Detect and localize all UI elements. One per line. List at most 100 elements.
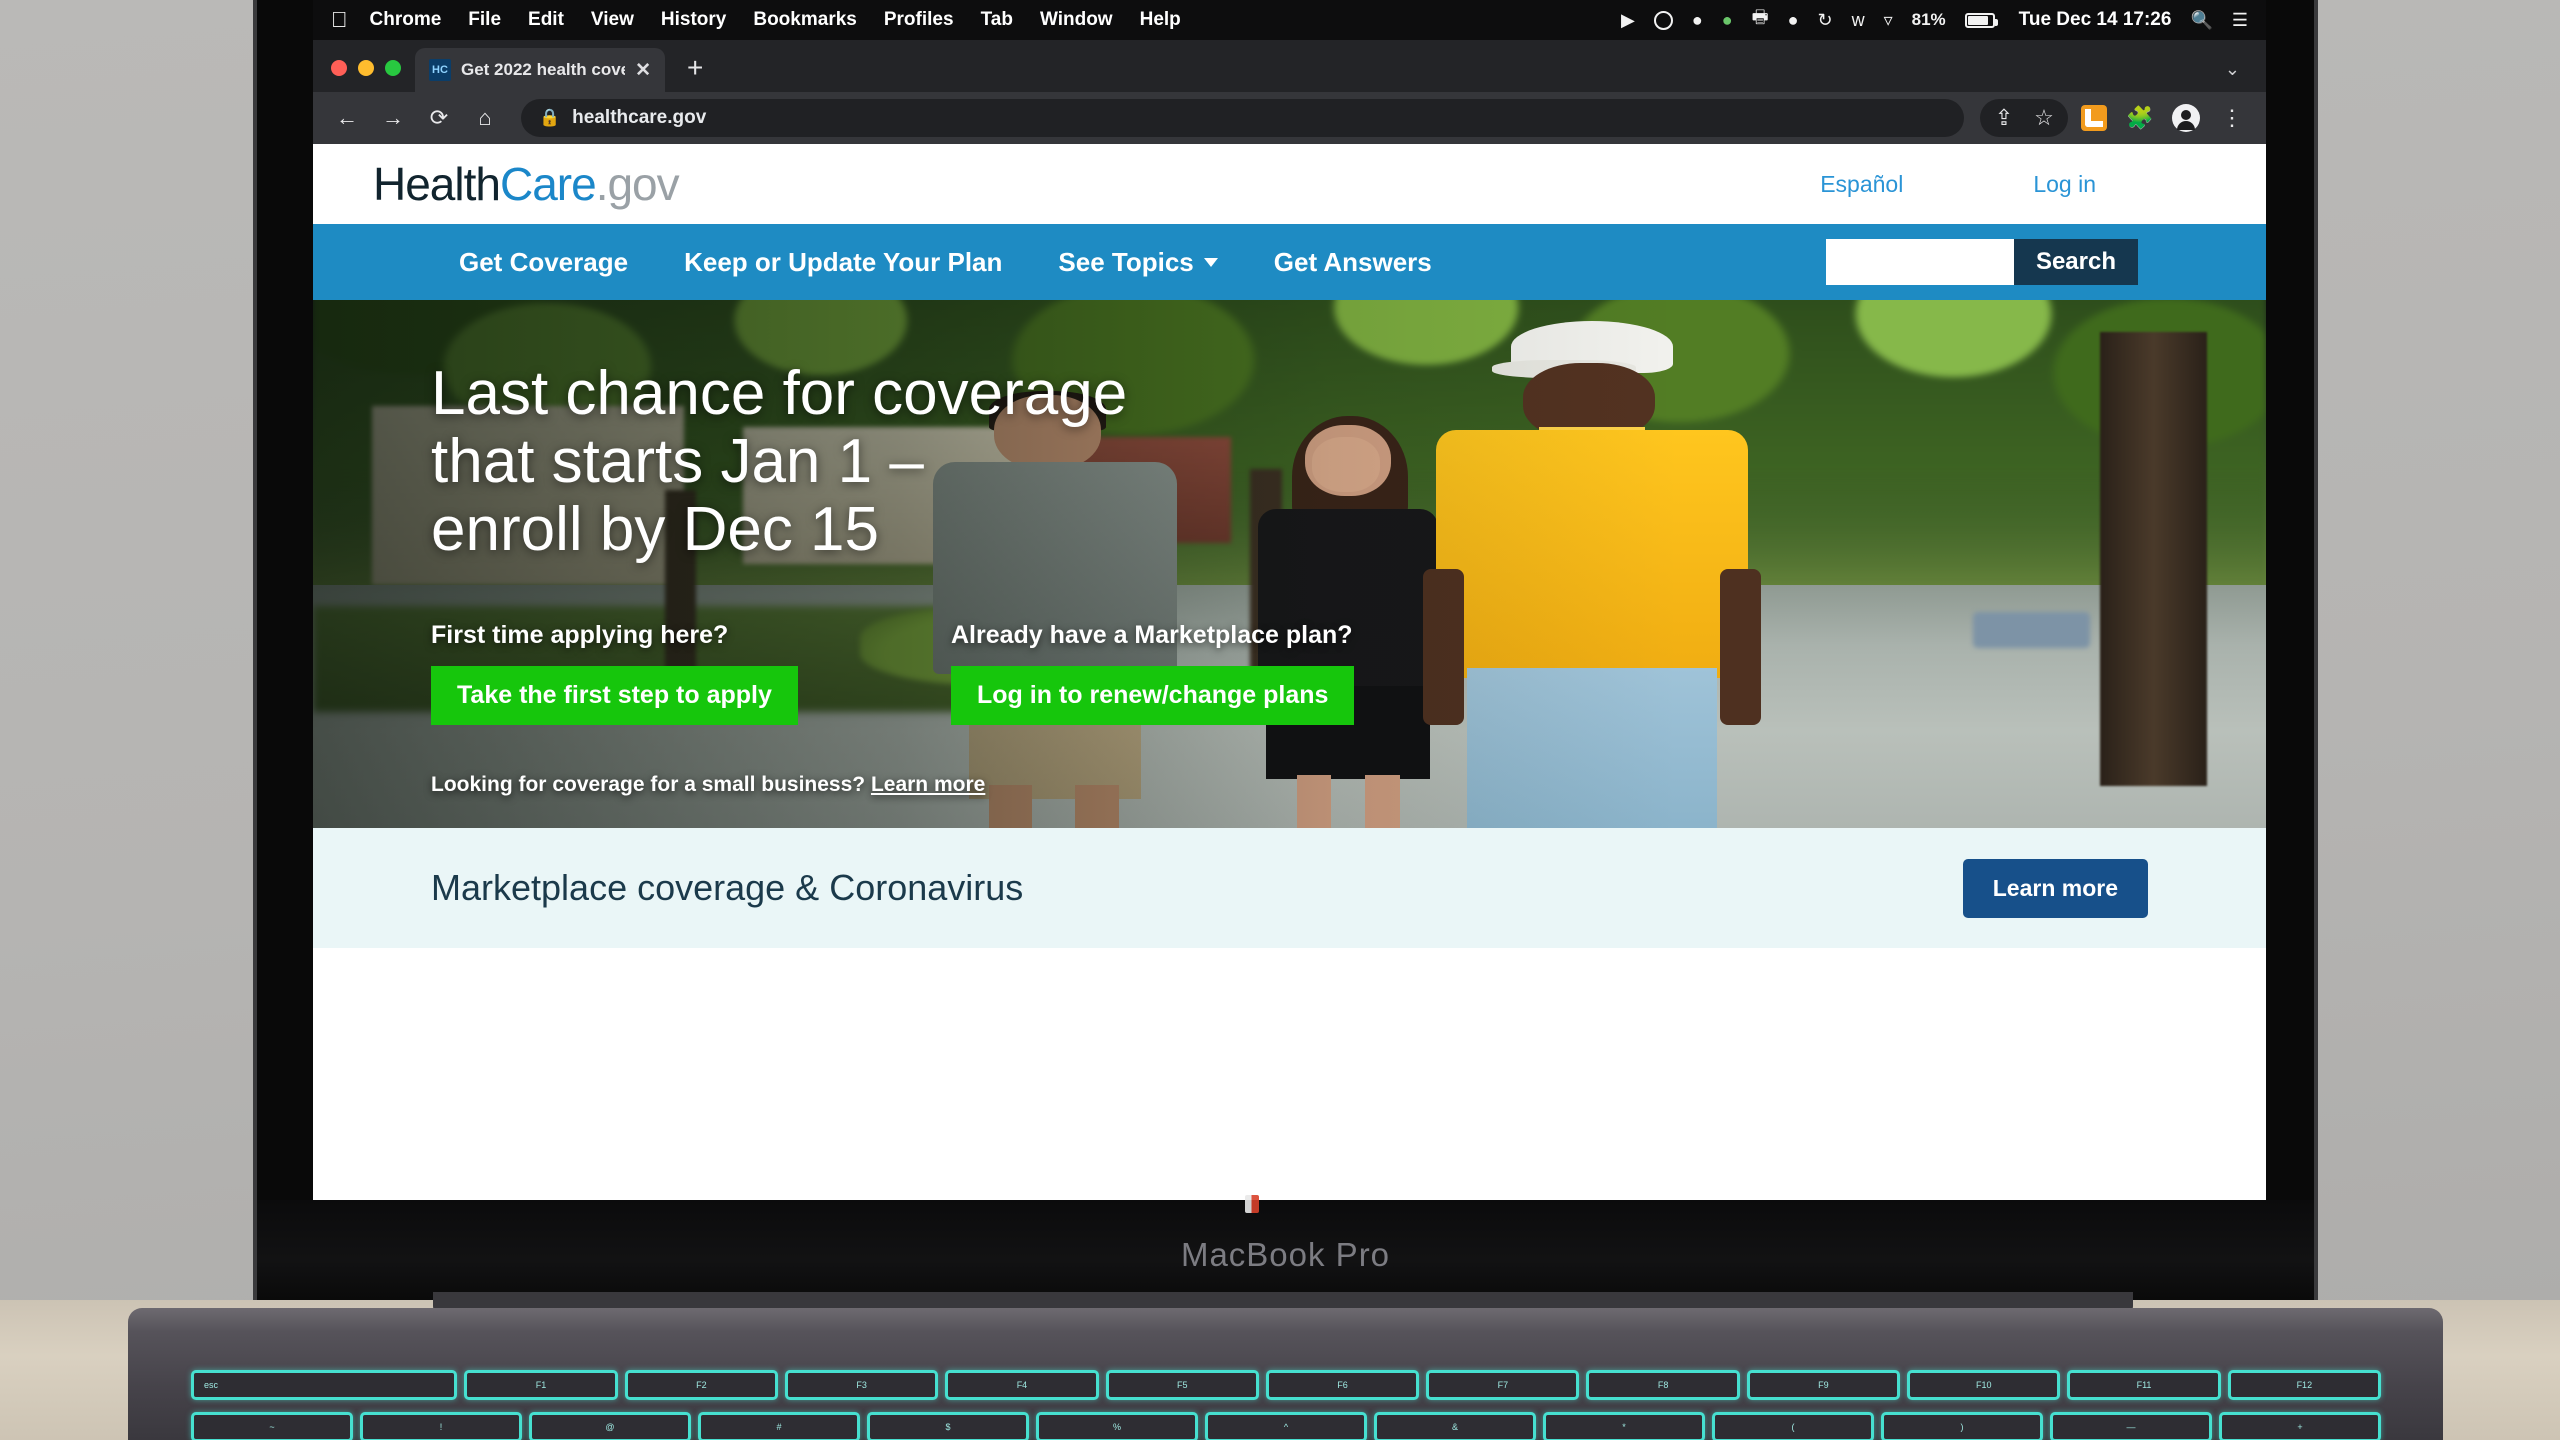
key-f8[interactable]: F8 <box>1586 1370 1740 1400</box>
profile-avatar-icon[interactable] <box>2166 98 2206 138</box>
laptop-screen:  Chrome File Edit View History Bookmark… <box>313 0 2266 1200</box>
chrome-toolbar: ← → ⟳ ⌂ 🔒 healthcare.gov ⇪ ☆ 🧩 ⋮ <box>313 92 2266 144</box>
time-machine-icon[interactable]: ↻ <box>1817 10 1832 31</box>
tab-title: Get 2022 health coverage. Hea <box>461 60 625 79</box>
nav-item-see-topics[interactable]: See Topics <box>1030 247 1245 278</box>
key-f1[interactable]: F1 <box>464 1370 618 1400</box>
bluetooth-icon[interactable]: w <box>1852 10 1865 31</box>
address-bar[interactable]: 🔒 healthcare.gov <box>521 99 1964 137</box>
reload-icon[interactable]: ⟳ <box>419 98 459 138</box>
window-traffic-lights <box>327 60 415 92</box>
small-business-learn-more-link[interactable]: Learn more <box>871 773 985 796</box>
maximize-window-button[interactable] <box>385 60 401 76</box>
site-header: HealthCare.gov Español Log in <box>313 144 2266 224</box>
key-f6[interactable]: F6 <box>1265 1370 1420 1400</box>
nav-item-keep-or-update-your-plan[interactable]: Keep or Update Your Plan <box>656 247 1030 278</box>
forward-arrow-icon[interactable]: → <box>373 98 413 138</box>
nav-label-get-coverage: Get Coverage <box>459 246 629 277</box>
close-window-button[interactable] <box>331 60 347 76</box>
nav-label-see-topics: See Topics <box>1058 246 1194 277</box>
key-equals[interactable]: + <box>2219 1412 2381 1440</box>
rss-feed-icon[interactable] <box>2074 98 2114 138</box>
wifi-icon[interactable]: ▿ <box>1884 10 1893 31</box>
key-f11[interactable]: F11 <box>2067 1370 2221 1400</box>
key-f4[interactable]: F4 <box>945 1370 1099 1400</box>
key-f5[interactable]: F5 <box>1105 1370 1259 1400</box>
menu-item-window[interactable]: Window <box>1040 9 1113 31</box>
evernote-icon[interactable]: ● <box>1722 10 1733 31</box>
hero-headline: Last chance for coverage that starts Jan… <box>431 359 1128 565</box>
key-tilde[interactable]: ~ <box>191 1412 353 1440</box>
shield-clock-icon[interactable]: ● <box>1788 10 1799 31</box>
logo-part-care: Care <box>499 158 597 210</box>
menu-item-chrome[interactable]: Chrome <box>370 9 442 31</box>
key-9[interactable]: ( <box>1712 1412 1874 1440</box>
log-in-to-renew-change-plans-button[interactable]: Log in to renew/change plans <box>951 665 1355 725</box>
puzzle-piece-icon[interactable]: 🧩 <box>2120 98 2160 138</box>
key-6[interactable]: ^ <box>1205 1412 1367 1440</box>
spotlight-search-icon[interactable]: 🔍 <box>2190 10 2212 31</box>
share-icon[interactable]: ⇪ <box>1984 98 2024 138</box>
home-icon[interactable]: ⌂ <box>465 98 505 138</box>
nav-item-get-coverage[interactable]: Get Coverage <box>431 247 656 278</box>
apple-icon[interactable]:  <box>331 7 348 33</box>
screen-bottom-artifact <box>1245 1195 1259 1213</box>
key-f9[interactable]: F9 <box>1746 1370 1901 1400</box>
macbook-pro-label: MacBook Pro <box>1180 1236 1391 1273</box>
key-1[interactable]: ! <box>360 1412 522 1440</box>
menu-item-help[interactable]: Help <box>1140 9 1181 31</box>
key-3[interactable]: # <box>698 1412 860 1440</box>
key-2[interactable]: @ <box>529 1412 691 1440</box>
browser-tab[interactable]: HC Get 2022 health coverage. Hea ✕ <box>415 48 665 92</box>
key-7[interactable]: & <box>1374 1412 1536 1440</box>
key-minus[interactable]: — <box>2050 1412 2212 1440</box>
coronavirus-learn-more-button[interactable]: Learn more <box>1962 858 2148 918</box>
key-f2[interactable]: F2 <box>624 1370 778 1400</box>
key-f12[interactable]: F12 <box>2227 1370 2381 1400</box>
back-arrow-icon[interactable]: ← <box>327 98 367 138</box>
creative-cloud-icon[interactable] <box>1653 10 1673 30</box>
hero-banner: Last chance for coverage that starts Jan… <box>313 300 2266 828</box>
battery-icon[interactable] <box>1964 12 1998 28</box>
log-in-link[interactable]: Log in <box>2033 171 2096 198</box>
menu-item-history[interactable]: History <box>661 9 726 31</box>
espanol-link[interactable]: Español <box>1820 171 1903 198</box>
key-5[interactable]: % <box>1036 1412 1198 1440</box>
healthcare-gov-logo[interactable]: HealthCare.gov <box>373 157 680 211</box>
key-4[interactable]: $ <box>867 1412 1029 1440</box>
key-f3[interactable]: F3 <box>785 1370 939 1400</box>
tab-search-chevron-down-icon[interactable]: ⌄ <box>2225 59 2240 80</box>
search-button[interactable]: Search <box>2013 239 2138 285</box>
minimize-window-button[interactable] <box>358 60 374 76</box>
menu-item-view[interactable]: View <box>591 9 634 31</box>
nav-item-get-answers[interactable]: Get Answers <box>1246 247 1460 278</box>
key-esc[interactable]: esc <box>191 1370 458 1400</box>
menu-item-file[interactable]: File <box>468 9 501 31</box>
take-the-first-step-to-apply-button[interactable]: Take the first step to apply <box>431 665 798 725</box>
laptop-lid-inner:  Chrome File Edit View History Bookmark… <box>257 0 2314 1300</box>
menu-bar-clock[interactable]: Tue Dec 14 17:26 <box>2019 9 2172 31</box>
tab-close-icon[interactable]: ✕ <box>635 59 651 82</box>
three-dot-menu-icon[interactable]: ⋮ <box>2212 98 2252 138</box>
new-tab-icon[interactable]: + <box>687 52 703 84</box>
search-input[interactable] <box>1825 239 2014 285</box>
menu-item-profiles[interactable]: Profiles <box>884 9 954 31</box>
printer-icon[interactable]: 🖶 <box>1752 5 1769 35</box>
address-bar-url: healthcare.gov <box>572 107 707 128</box>
chevron-down-icon <box>1203 257 1218 267</box>
control-center-icon[interactable]: ☰ <box>2232 10 2248 31</box>
star-icon[interactable]: ☆ <box>2024 98 2064 138</box>
hero-cta-row: First time applying here? Take the first… <box>431 621 2206 725</box>
menu-item-tab[interactable]: Tab <box>981 9 1013 31</box>
key-0[interactable]: ) <box>1881 1412 2043 1440</box>
key-f7[interactable]: F7 <box>1426 1370 1580 1400</box>
key-f10[interactable]: F10 <box>1907 1370 2061 1400</box>
page-body-below-fold <box>313 948 2266 1028</box>
header-utility-links: Español Log in <box>1820 171 2206 198</box>
menu-item-edit[interactable]: Edit <box>528 9 564 31</box>
dropbox-icon[interactable]: ● <box>1692 10 1703 31</box>
key-8[interactable]: * <box>1543 1412 1705 1440</box>
menu-item-bookmarks[interactable]: Bookmarks <box>753 9 857 31</box>
omnibox-actions: ⇪ ☆ <box>1980 99 2068 137</box>
cta-label-first-time: First time applying here? <box>431 620 729 649</box>
